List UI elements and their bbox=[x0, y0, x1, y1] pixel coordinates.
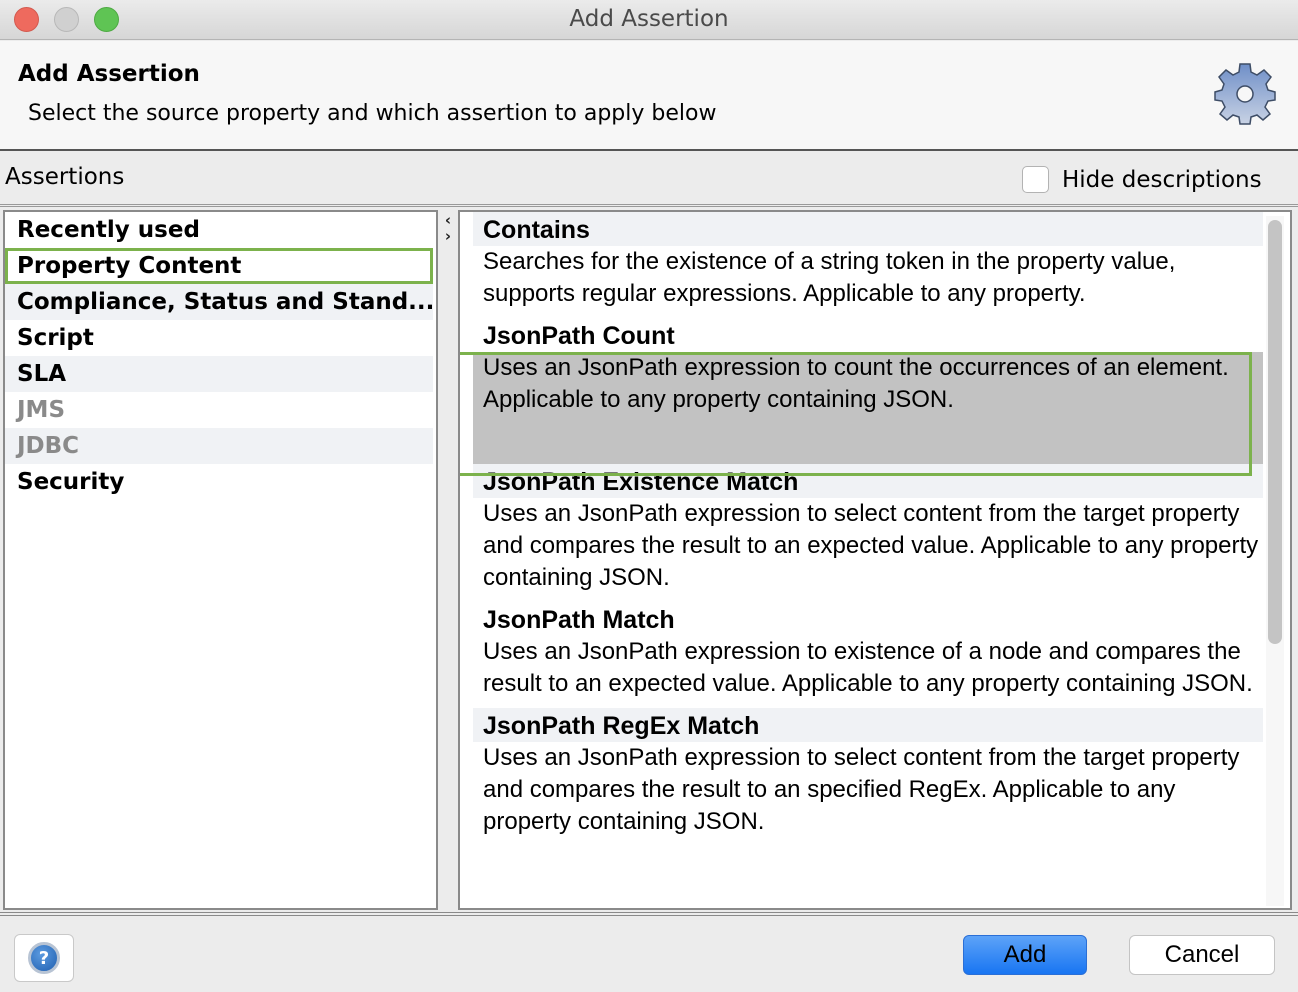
category-item-recently-used[interactable]: Recently used bbox=[5, 212, 433, 248]
window-titlebar: Add Assertion bbox=[0, 0, 1298, 40]
assertion-list: Contains Searches for the existence of a… bbox=[458, 210, 1292, 910]
footer-divider bbox=[0, 912, 1298, 916]
assertion-description: Uses an JsonPath expression to count the… bbox=[473, 352, 1263, 464]
category-item-jdbc: JDBC bbox=[5, 428, 433, 464]
category-item-script[interactable]: Script bbox=[5, 320, 433, 356]
category-label: SLA bbox=[17, 361, 67, 387]
dialog-title: Add Assertion bbox=[18, 61, 200, 87]
category-label: Property Content bbox=[17, 253, 242, 279]
assertion-item-contains[interactable]: Contains Searches for the existence of a… bbox=[473, 212, 1263, 318]
assertion-description: Uses an JsonPath expression to select co… bbox=[483, 500, 1259, 591]
assertion-title: Contains bbox=[473, 212, 1263, 246]
assertion-item-jsonpath-count[interactable]: JsonPath Count Uses an JsonPath expressi… bbox=[473, 318, 1263, 464]
category-item-jms: JMS bbox=[5, 392, 433, 428]
add-button[interactable]: Add bbox=[963, 935, 1087, 975]
category-item-property-content[interactable]: Property Content bbox=[5, 248, 433, 284]
category-list: Recently used Property Content Complianc… bbox=[3, 210, 438, 910]
assertion-description: Uses an JsonPath expression to select co… bbox=[483, 744, 1240, 835]
category-label: JMS bbox=[17, 397, 66, 423]
assertion-item-jsonpath-match[interactable]: JsonPath Match Uses an JsonPath expressi… bbox=[473, 602, 1263, 708]
assertion-title: JsonPath Count bbox=[473, 318, 1263, 352]
category-item-compliance[interactable]: Compliance, Status and Stand... bbox=[5, 284, 433, 320]
split-pane-divider[interactable]: ‹ › bbox=[440, 212, 456, 244]
hide-descriptions-label: Hide descriptions bbox=[1062, 166, 1262, 193]
assertion-title: JsonPath RegEx Match bbox=[473, 708, 1263, 742]
help-icon: ? bbox=[28, 942, 60, 974]
help-button[interactable]: ? bbox=[14, 934, 74, 982]
assertion-item-jsonpath-regex-match[interactable]: JsonPath RegEx Match Uses an JsonPath ex… bbox=[473, 708, 1263, 846]
hide-descriptions-toggle[interactable]: Hide descriptions bbox=[1022, 166, 1262, 193]
assertions-label: Assertions bbox=[5, 164, 125, 190]
gear-icon bbox=[1214, 63, 1276, 125]
chevron-left-icon[interactable]: ‹ bbox=[440, 212, 456, 228]
dialog-subtitle: Select the source property and which ass… bbox=[28, 101, 717, 126]
category-item-security[interactable]: Security bbox=[5, 464, 433, 500]
dialog-header: Add Assertion Select the source property… bbox=[0, 41, 1298, 151]
category-label: Security bbox=[17, 469, 125, 495]
category-label: Script bbox=[17, 325, 94, 351]
assertion-item-jsonpath-existence-match[interactable]: JsonPath Existence Match Uses an JsonPat… bbox=[473, 464, 1263, 602]
window-title: Add Assertion bbox=[569, 6, 729, 32]
category-item-sla[interactable]: SLA bbox=[5, 356, 433, 392]
assertion-description: Searches for the existence of a string t… bbox=[483, 248, 1176, 307]
section-divider bbox=[0, 204, 1298, 207]
category-label: JDBC bbox=[17, 433, 80, 459]
assertion-title: JsonPath Existence Match bbox=[473, 464, 1263, 498]
cancel-button[interactable]: Cancel bbox=[1129, 935, 1275, 975]
chevron-right-icon[interactable]: › bbox=[440, 228, 456, 244]
category-label: Recently used bbox=[17, 217, 200, 243]
hide-descriptions-checkbox[interactable] bbox=[1022, 166, 1049, 193]
scrollbar-thumb[interactable] bbox=[1268, 220, 1282, 644]
assertion-description: Uses an JsonPath expression to existence… bbox=[483, 638, 1253, 697]
category-label: Compliance, Status and Stand... bbox=[17, 289, 433, 315]
assertion-title: JsonPath Match bbox=[483, 606, 675, 634]
